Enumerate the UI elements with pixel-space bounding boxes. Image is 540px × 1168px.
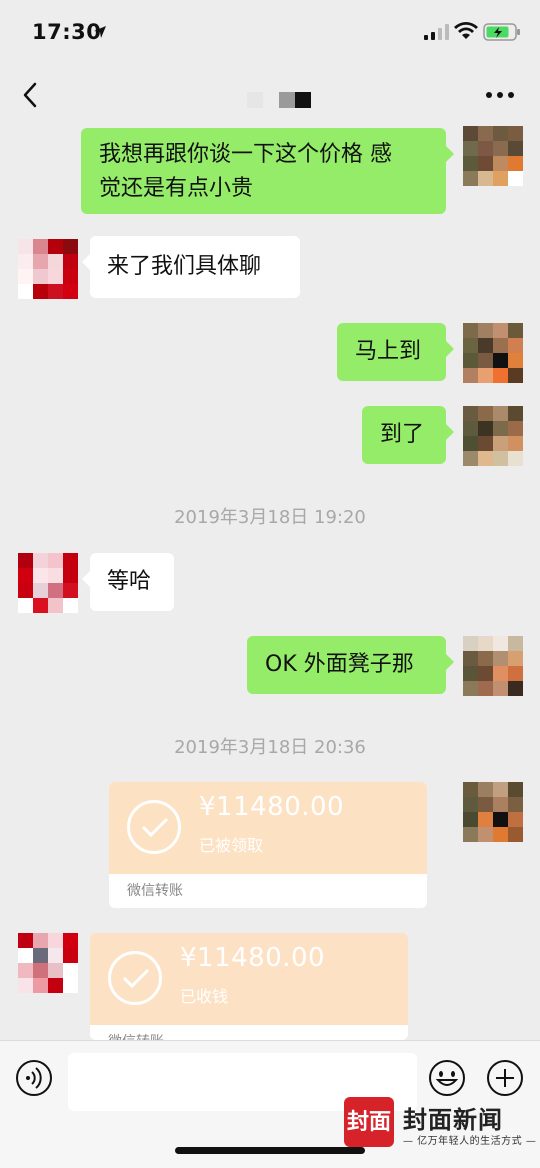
cellular-signal-icon [424, 24, 449, 40]
message-text: 到了 [380, 422, 425, 447]
contact-avatar[interactable] [18, 239, 78, 299]
transfer-card-incoming[interactable]: ¥11480.00 已收钱 微信转账 [90, 933, 408, 1040]
voice-icon[interactable] [15, 1059, 53, 1097]
contact-avatar[interactable] [18, 933, 78, 993]
transfer-status: 已收钱 [180, 987, 229, 1006]
transfer-footer: 微信转账 [127, 883, 183, 899]
status-time: 17:30 [32, 20, 102, 44]
battery-icon [483, 23, 520, 41]
wifi-icon [454, 22, 478, 39]
message-bubble-incoming[interactable]: 等哈 [82, 553, 174, 611]
watermark-logo-name: 封面新闻 [403, 1105, 503, 1134]
transfer-footer: 微信转账 [90, 1025, 408, 1040]
location-arrow-icon [94, 26, 106, 38]
nav-bar [0, 64, 540, 126]
transfer-status: 已被领取 [199, 836, 264, 855]
my-avatar[interactable] [463, 323, 523, 383]
message-bubble-outgoing[interactable]: 到了 [362, 406, 454, 464]
plus-icon[interactable] [486, 1059, 524, 1097]
message-text: 来了我们具体聊 [107, 254, 262, 279]
message-text-line: 觉还是有点小贵 [99, 176, 254, 201]
message-bubble-incoming[interactable]: 来了我们具体聊 [82, 236, 300, 298]
message-text-line: 我想再跟你谈一下这个价格 感 [99, 142, 392, 167]
back-chevron-icon[interactable] [18, 80, 44, 110]
status-bar: 17:30 [0, 0, 540, 64]
my-avatar[interactable] [463, 126, 523, 186]
message-text: 马上到 [355, 339, 422, 364]
message-text: 等哈 [107, 569, 152, 594]
my-avatar[interactable] [463, 782, 523, 842]
transfer-card-header: ¥11480.00 已收钱 [90, 933, 408, 1025]
timestamp: 2019年3月18日 19:20 [174, 507, 366, 528]
home-indicator[interactable] [175, 1147, 365, 1154]
my-avatar[interactable] [463, 636, 523, 696]
message-text: OK 外面凳子那 [265, 652, 414, 677]
watermark-logo-tagline: — 亿万年轻人的生活方式 — [403, 1136, 537, 1147]
check-icon [127, 800, 181, 854]
emoji-icon[interactable] [428, 1059, 466, 1097]
transfer-card-header: ¥11480.00 已被领取 [109, 782, 427, 874]
chat-title-blurred [247, 92, 311, 108]
timestamp: 2019年3月18日 20:36 [174, 737, 366, 758]
message-bubble-outgoing[interactable]: 马上到 [337, 323, 454, 381]
transfer-card-outgoing[interactable]: ¥11480.00 已被领取 微信转账 [109, 782, 427, 908]
watermark-logo-mark: 封面 [344, 1097, 394, 1147]
contact-avatar[interactable] [18, 553, 78, 613]
check-icon [108, 951, 162, 1005]
message-bubble-outgoing[interactable]: 我想再跟你谈一下这个价格 感 觉还是有点小贵 [81, 128, 454, 214]
message-bubble-outgoing[interactable]: OK 外面凳子那 [247, 636, 454, 694]
more-icon[interactable] [484, 88, 516, 102]
my-avatar[interactable] [463, 406, 523, 466]
transfer-amount: ¥11480.00 [180, 943, 326, 973]
transfer-amount: ¥11480.00 [199, 792, 345, 822]
